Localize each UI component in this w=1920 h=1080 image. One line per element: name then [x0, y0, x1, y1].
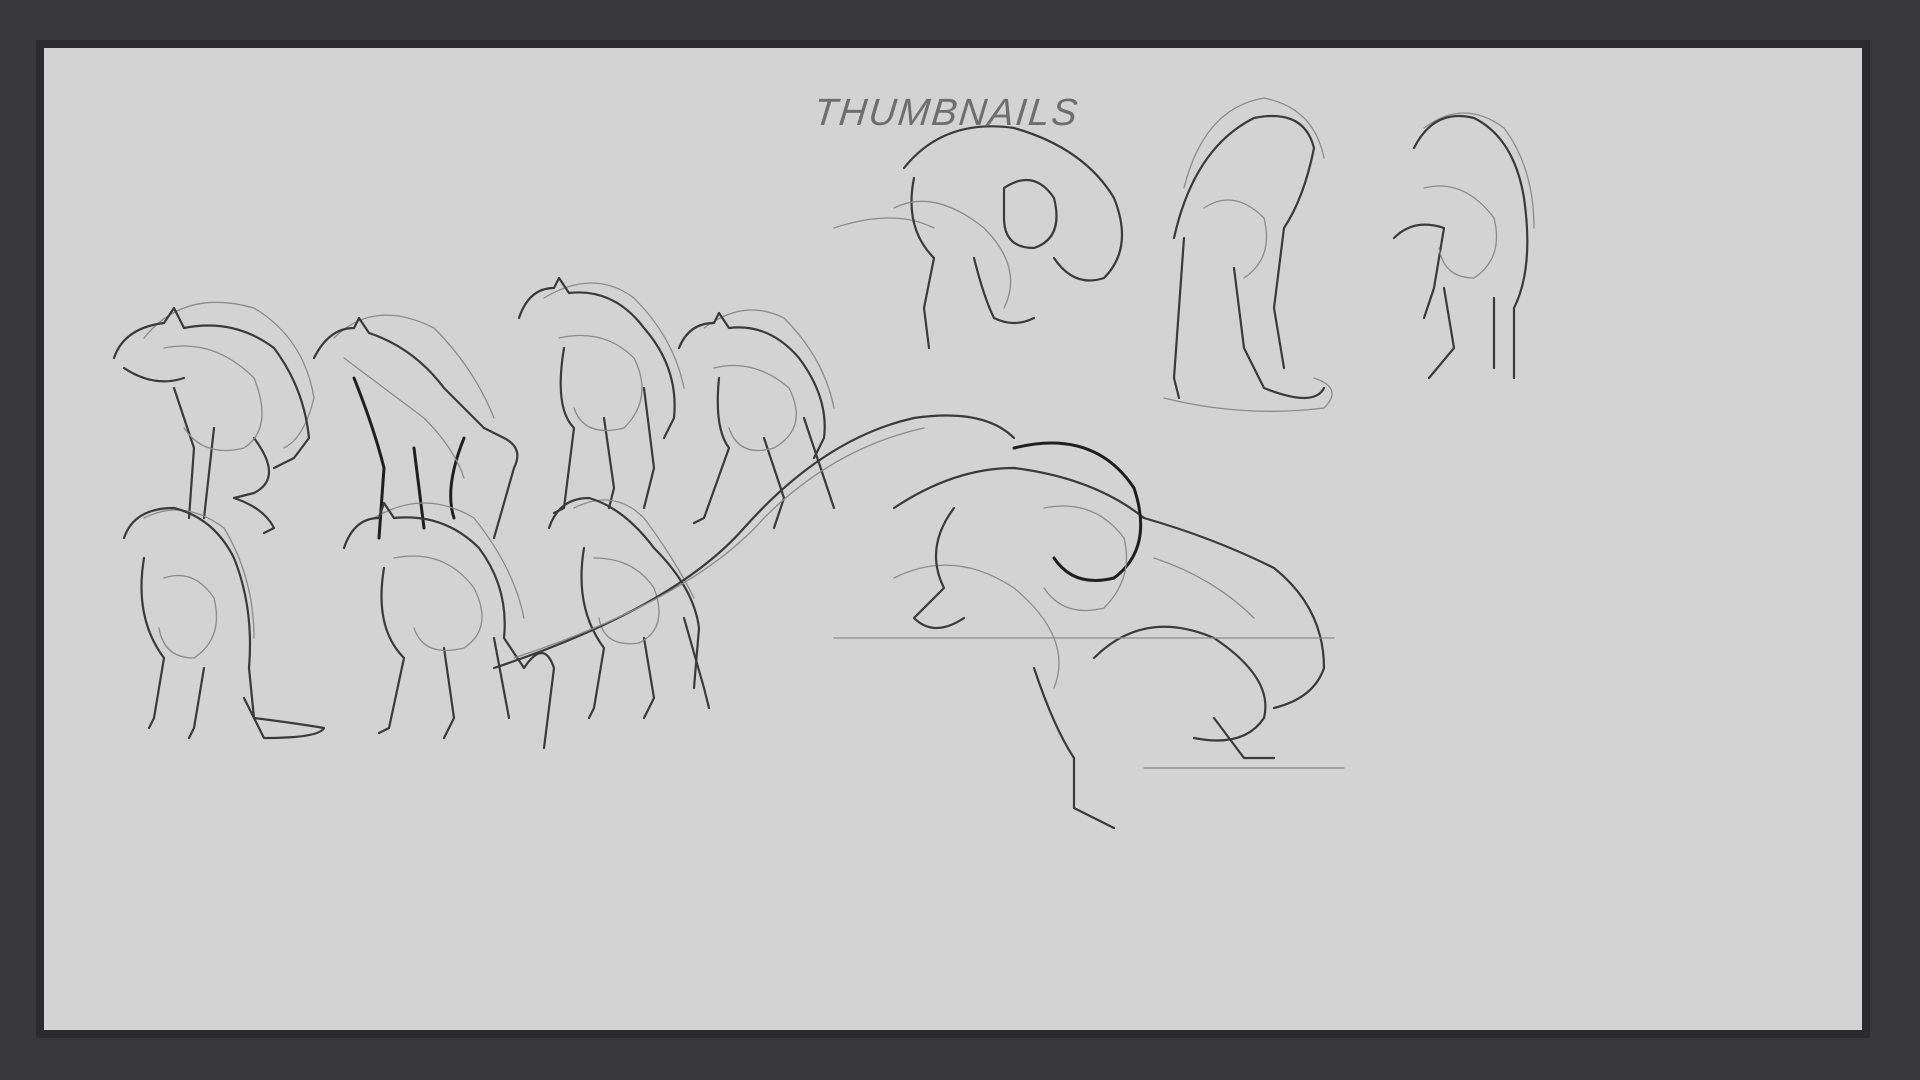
thumbnail-sketch-4 [677, 309, 836, 530]
figure-sketch-leaping [833, 125, 1124, 350]
thumbnail-sketch-7 [547, 496, 711, 720]
thumbnail-sketch-2 [312, 314, 519, 540]
thumbnail-sketch-6 [342, 501, 556, 750]
thumbnail-sketch-1 [112, 301, 315, 535]
sketch-canvas: THUMBNAILS [44, 48, 1862, 1030]
sketch-drawings [112, 97, 1535, 830]
figure-sketch-standing-left [1163, 97, 1333, 412]
thumbnail-sketch-3 [517, 276, 685, 515]
figure-sketch-standing-right [1392, 112, 1535, 380]
thumbnail-sketch-5 [122, 506, 326, 740]
main-creature-sketch [492, 414, 1345, 830]
